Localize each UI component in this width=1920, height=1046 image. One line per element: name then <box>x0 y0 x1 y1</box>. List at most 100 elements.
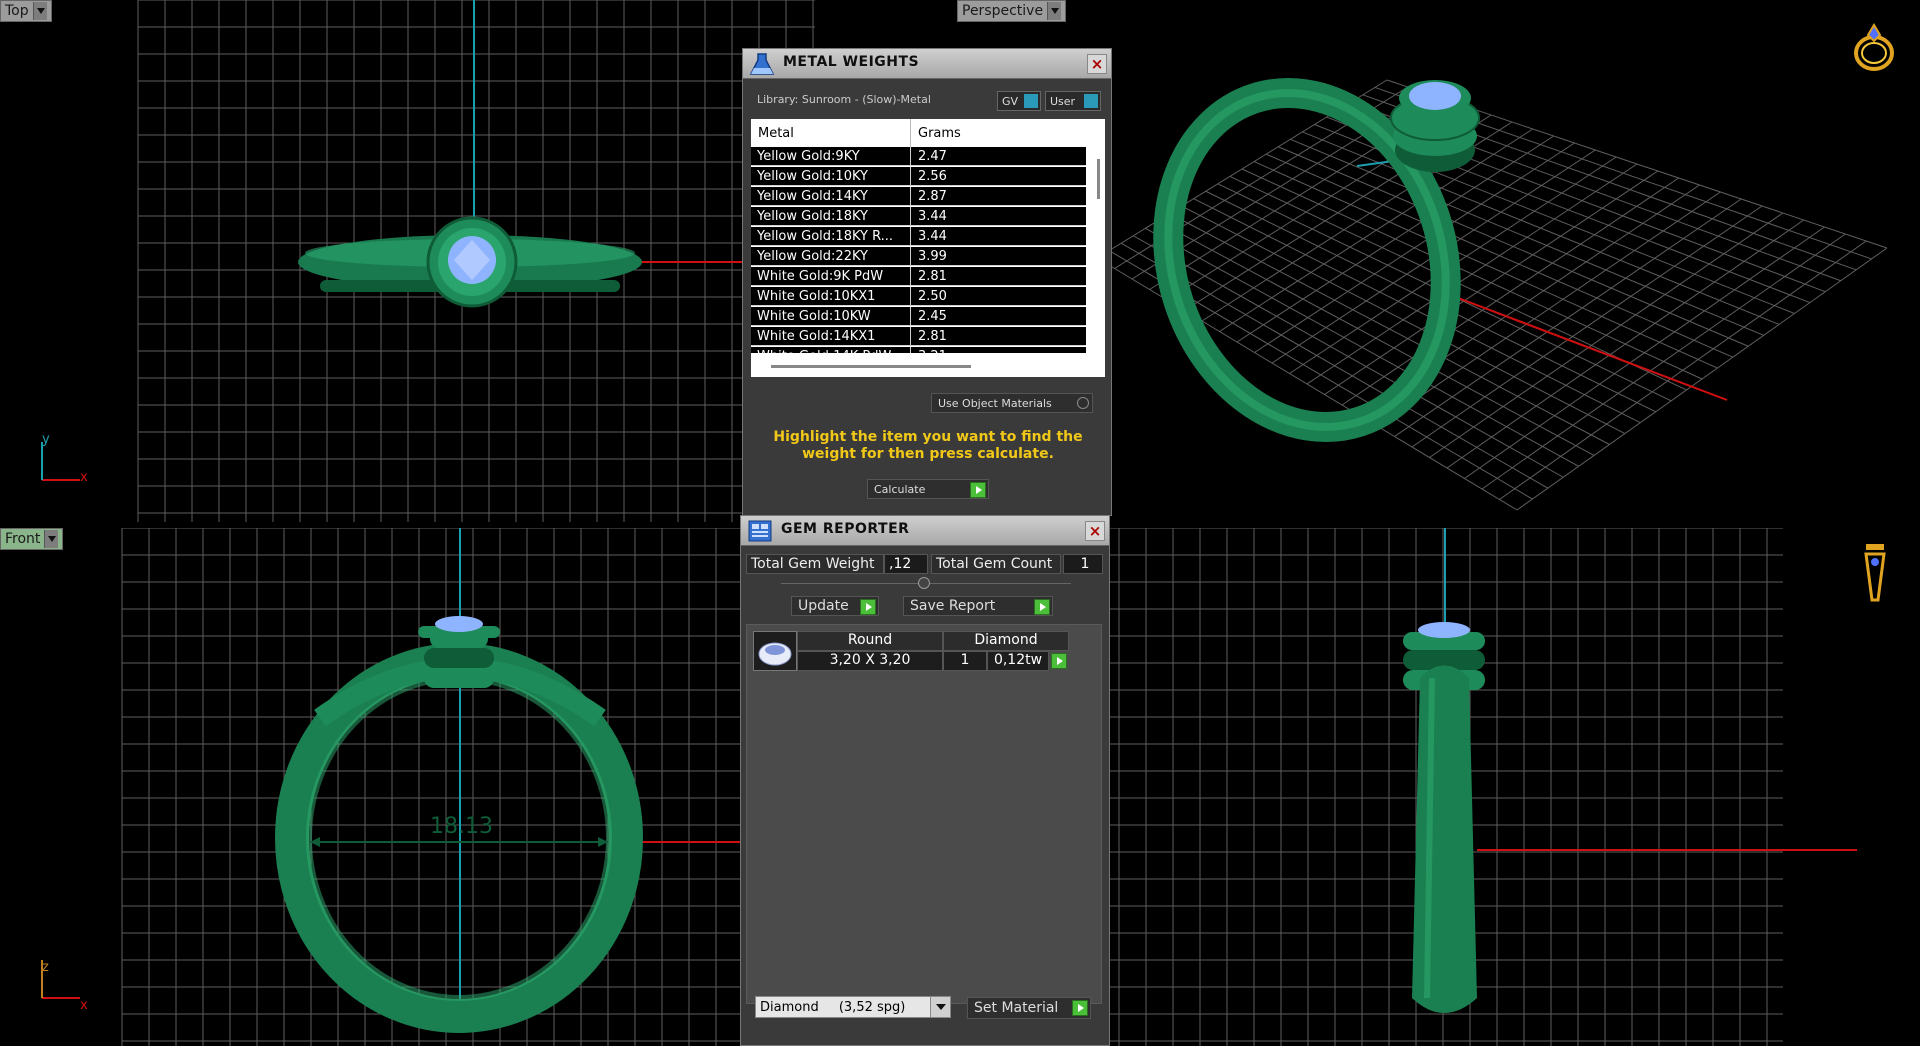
metal-weights-panel: METAL WEIGHTS × Library: Sunroom - (Slow… <box>742 48 1112 516</box>
gem-shape: Round <box>797 631 943 651</box>
value-text: ,12 <box>889 556 912 572</box>
viewport-label-perspective[interactable]: Perspective <box>957 0 1067 22</box>
metal-grams: 2.87 <box>918 189 947 204</box>
dropdown-arrow-icon[interactable] <box>32 2 47 20</box>
dropdown-arrow-icon[interactable] <box>1047 2 1062 20</box>
horizontal-scrollbar[interactable] <box>751 353 1105 377</box>
instruction-text: Highlight the item you want to find the … <box>773 429 1083 462</box>
total-gem-weight-label: Total Gem Weight <box>746 554 884 574</box>
total-gem-weight-value: ,12 <box>884 554 928 574</box>
value-text: 1 <box>1080 556 1090 572</box>
metal-row[interactable]: White Gold:14KX1 2.81 <box>751 327 1086 346</box>
metal-name: Yellow Gold:9KY <box>757 149 860 164</box>
viewport-label-top[interactable]: Top <box>0 0 52 22</box>
metal-name: White Gold:10KX1 <box>757 289 876 304</box>
save-report-label: Save Report <box>910 598 996 614</box>
axis-label-z: z <box>42 960 49 975</box>
gem-list: Round Diamond 3,20 X 3,20 1 0,12tw <box>746 624 1102 1004</box>
calculate-label: Calculate <box>874 482 926 496</box>
metal-weights-titlebar[interactable]: METAL WEIGHTS × <box>743 49 1111 79</box>
axis-label-x: x <box>80 470 88 485</box>
metal-row[interactable]: Yellow Gold:9KY 2.47 <box>751 147 1086 166</box>
total-gem-count-value: 1 <box>1063 554 1103 574</box>
ring-icon[interactable] <box>1850 15 1900 75</box>
close-icon[interactable]: × <box>1085 521 1105 541</box>
play-icon <box>860 599 876 615</box>
gem-weight: 0,12tw <box>987 651 1049 671</box>
metal-grams: 2.81 <box>918 329 947 344</box>
metal-name: Yellow Gold:18KY <box>757 209 868 224</box>
dropdown-arrow-icon[interactable] <box>44 530 59 548</box>
metal-row[interactable]: White Gold:10KW 2.45 <box>751 307 1086 326</box>
metal-grams: 2.81 <box>918 269 947 284</box>
viewport-label-text: Perspective <box>962 3 1044 19</box>
gem-size: 3,20 X 3,20 <box>797 651 943 671</box>
metal-table-header: Metal Grams <box>751 119 1105 147</box>
axis-label-x: x <box>80 998 88 1013</box>
metal-name: White Gold:14KX1 <box>757 329 876 344</box>
label-text: Total Gem Weight <box>751 556 875 572</box>
toggle-user-label: User <box>1050 95 1076 108</box>
metal-name: Yellow Gold:22KY <box>757 249 868 264</box>
metal-grams: 2.47 <box>918 149 947 164</box>
close-icon[interactable]: × <box>1087 54 1107 74</box>
collapse-divider[interactable] <box>781 577 1071 589</box>
metal-grams: 3.44 <box>918 209 947 224</box>
column-header-metal: Metal <box>758 126 794 141</box>
update-button[interactable]: Update <box>791 596 879 616</box>
metal-table[interactable]: Metal Grams Yellow Gold:9KY 2.47 Yellow Go… <box>751 119 1105 377</box>
gem-count: 1 <box>943 651 987 671</box>
metal-row[interactable]: Yellow Gold:22KY 3.99 <box>751 247 1086 266</box>
play-icon <box>1034 599 1050 615</box>
metal-grams: 3.44 <box>918 229 947 244</box>
gem-type: Diamond <box>943 631 1069 651</box>
play-icon[interactable] <box>1051 653 1067 669</box>
column-header-grams: Grams <box>918 126 961 141</box>
use-object-materials-toggle[interactable]: Use Object Materials <box>931 393 1093 413</box>
toggle-gv[interactable]: GV <box>997 91 1041 111</box>
gem-thumbnail-icon <box>753 631 797 671</box>
toggle-user[interactable]: User <box>1045 91 1101 111</box>
metal-name: Yellow Gold:18KY R... <box>757 229 894 244</box>
pendant-icon[interactable] <box>1860 540 1890 610</box>
report-icon <box>748 520 772 542</box>
play-icon <box>1072 1000 1088 1016</box>
label-text: Total Gem Count <box>936 556 1053 572</box>
metal-grams: 2.56 <box>918 169 947 184</box>
set-material-button[interactable]: Set Material <box>967 997 1091 1019</box>
gem-reporter-panel: GEM REPORTER × Total Gem Weight ,12 Tota… <box>740 515 1110 1046</box>
metal-grams: 2.45 <box>918 309 947 324</box>
metal-weights-title: METAL WEIGHTS <box>783 54 920 70</box>
metal-row[interactable]: White Gold:9K PdW 2.81 <box>751 267 1086 286</box>
metal-row[interactable]: Yellow Gold:18KY 3.44 <box>751 207 1086 226</box>
library-label: Library: Sunroom - (Slow)-Metal <box>757 93 931 106</box>
chevron-down-icon <box>930 997 950 1017</box>
app-root: Top x y Perspective 18.13 Front x z META… <box>0 0 1920 1046</box>
viewport-label-text: Front <box>5 531 41 547</box>
material-spg: (3,52 spg) <box>838 1000 906 1015</box>
save-report-button[interactable]: Save Report <box>903 596 1053 616</box>
metal-row[interactable]: Yellow Gold:10KY 2.56 <box>751 167 1086 186</box>
material-select[interactable]: Diamond (3,52 spg) <box>755 996 951 1018</box>
set-material-label: Set Material <box>974 1000 1059 1016</box>
viewport-label-front[interactable]: Front <box>0 528 64 550</box>
metal-row[interactable]: Yellow Gold:18KY R... 3.44 <box>751 227 1086 246</box>
metal-row[interactable]: White Gold:10KX1 2.50 <box>751 287 1086 306</box>
metal-row[interactable]: Yellow Gold:14KY 2.87 <box>751 187 1086 206</box>
toggle-gv-label: GV <box>1002 95 1019 108</box>
play-icon <box>970 482 986 498</box>
metal-grams: 3.99 <box>918 249 947 264</box>
dimension-label: 18.13 <box>430 814 493 839</box>
metal-name: Yellow Gold:10KY <box>757 169 868 184</box>
metal-grams: 2.50 <box>918 289 947 304</box>
viewport-label-text: Top <box>5 3 29 19</box>
vertical-scrollbar[interactable] <box>1094 147 1104 353</box>
material-name: Diamond <box>760 1000 819 1015</box>
calculate-button[interactable]: Calculate <box>867 479 989 499</box>
metal-name: Yellow Gold:14KY <box>757 189 868 204</box>
update-label: Update <box>798 598 849 614</box>
gem-list-item[interactable]: Round Diamond 3,20 X 3,20 1 0,12tw <box>753 631 1069 671</box>
use-object-materials-label: Use Object Materials <box>938 396 1052 410</box>
gem-reporter-title: GEM REPORTER <box>781 521 910 537</box>
gem-reporter-titlebar[interactable]: GEM REPORTER × <box>741 516 1109 546</box>
